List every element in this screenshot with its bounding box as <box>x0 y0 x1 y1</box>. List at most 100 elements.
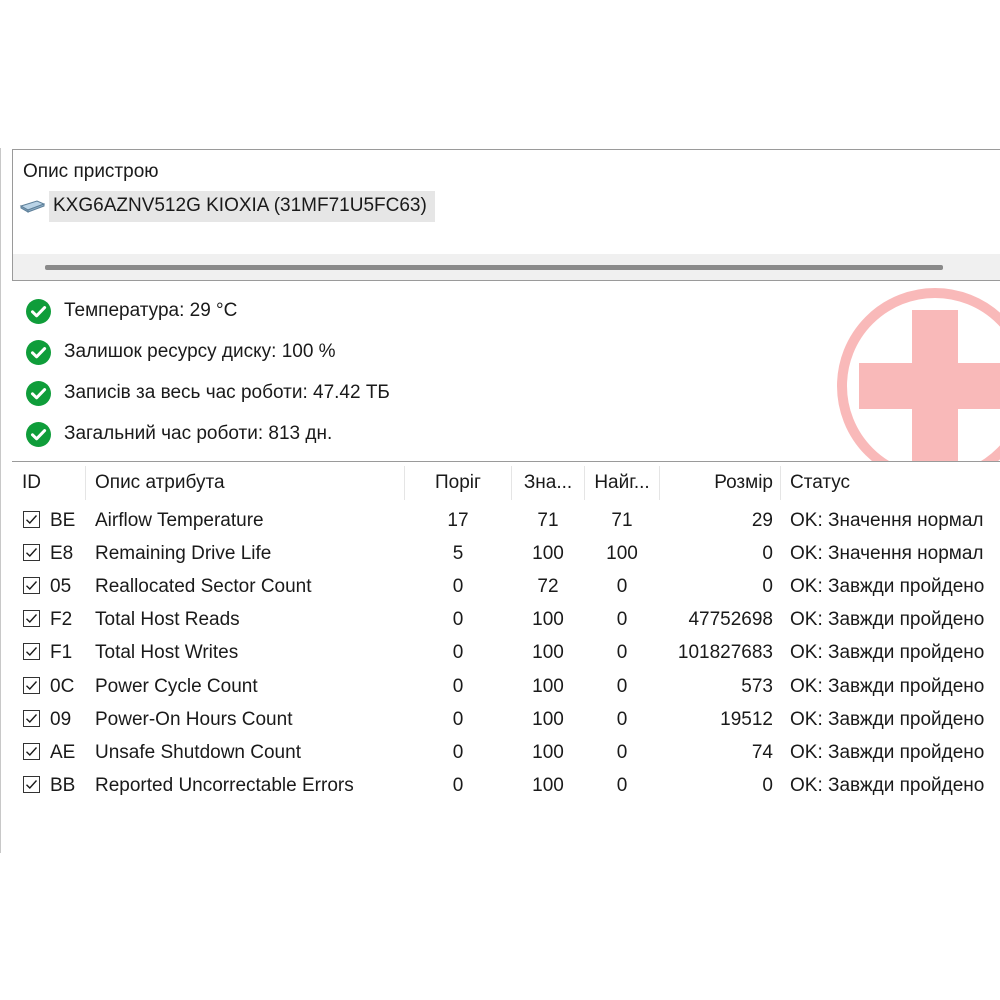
attr-value: 100 <box>532 609 564 631</box>
column-separator[interactable] <box>780 466 781 500</box>
checkmark-icon <box>26 746 38 756</box>
attr-worst: 0 <box>616 642 628 664</box>
attr-name: Power Cycle Count <box>95 675 258 697</box>
attr-status: OK: Значення нормал <box>790 543 984 565</box>
column-header-status[interactable]: Статус <box>790 462 1000 504</box>
attr-id: BE <box>50 510 76 531</box>
attr-worst: 0 <box>616 774 628 796</box>
device-name-label: KXG6AZNV512G KIOXIA (31MF71U5FC63) <box>49 190 435 222</box>
attr-id: 05 <box>50 576 72 598</box>
table-row[interactable]: BB Reported Uncorrectable Errors 0 100 0… <box>12 769 1000 802</box>
column-header-description[interactable]: Опис атрибута <box>95 462 395 504</box>
attr-raw: 19512 <box>720 708 773 730</box>
attr-name: Power-On Hours Count <box>95 708 293 730</box>
table-row[interactable]: 05 Reallocated Sector Count 0 72 0 0 OK:… <box>12 570 1000 603</box>
row-checkbox[interactable] <box>23 544 40 562</box>
scrollbar-thumb[interactable] <box>45 265 943 270</box>
attr-status: OK: Завжди пройдено <box>790 609 985 631</box>
attr-name: Reported Uncorrectable Errors <box>95 774 354 796</box>
attr-name: Total Host Reads <box>95 609 240 631</box>
row-checkbox[interactable] <box>23 775 40 793</box>
attr-id: 09 <box>50 708 72 730</box>
table-row[interactable]: BE Airflow Temperature 17 71 71 29 OK: З… <box>12 504 1000 537</box>
row-checkbox[interactable] <box>23 610 40 628</box>
table-row[interactable]: F1 Total Host Writes 0 100 0 101827683 O… <box>12 636 1000 669</box>
check-circle-icon <box>26 298 51 324</box>
attr-threshold: 0 <box>452 675 464 697</box>
device-list-item[interactable]: KXG6AZNV512G KIOXIA (31MF71U5FC63) <box>19 190 439 222</box>
row-checkbox[interactable] <box>23 577 40 595</box>
column-separator[interactable] <box>85 466 86 500</box>
status-text: Температура: 29 °C <box>64 300 238 321</box>
attr-raw: 0 <box>762 576 773 598</box>
attr-threshold: 0 <box>452 576 464 598</box>
attr-status: OK: Завжди пройдено <box>790 741 985 763</box>
device-description-panel: Опис пристрою KXG6AZNV512G KIOXIA (31MF7… <box>12 149 1000 281</box>
column-header-id[interactable]: ID <box>22 462 82 504</box>
attr-worst: 0 <box>616 675 628 697</box>
column-header-raw[interactable]: Розмір <box>660 462 775 504</box>
checkmark-icon <box>26 515 38 525</box>
attr-status: OK: Завжди пройдено <box>790 774 985 796</box>
attr-id: AE <box>50 741 76 763</box>
attr-threshold: 0 <box>452 642 464 664</box>
attr-status: OK: Значення нормал <box>790 510 984 531</box>
row-checkbox[interactable] <box>23 643 40 661</box>
table-row[interactable]: F2 Total Host Reads 0 100 0 47752698 OK:… <box>12 603 1000 636</box>
table-header: ID Опис атрибута Поріг Зна... Найг... Ро… <box>12 462 1000 504</box>
attr-value: 72 <box>537 576 559 598</box>
checkmark-icon <box>26 581 38 591</box>
checkmark-icon <box>26 647 38 657</box>
attr-raw: 0 <box>762 543 773 565</box>
checkmark-icon <box>26 680 38 690</box>
attr-name: Total Host Writes <box>95 642 239 664</box>
device-panel-scrollbar[interactable] <box>13 254 1000 280</box>
attr-value: 100 <box>532 741 564 763</box>
attr-status: OK: Завжди пройдено <box>790 642 985 664</box>
attr-raw: 29 <box>751 510 773 531</box>
table-row[interactable]: 0C Power Cycle Count 0 100 0 573 OK: Зав… <box>12 670 1000 703</box>
attr-threshold: 17 <box>447 510 469 531</box>
checkmark-icon <box>26 779 38 789</box>
attr-worst: 0 <box>616 708 628 730</box>
attr-value: 100 <box>532 642 564 664</box>
attr-worst: 71 <box>611 510 633 531</box>
attr-value: 100 <box>532 774 564 796</box>
attr-value: 71 <box>537 510 559 531</box>
attr-status: OK: Завжди пройдено <box>790 675 985 697</box>
column-header-value[interactable]: Зна... <box>512 462 584 504</box>
row-checkbox[interactable] <box>23 742 40 760</box>
attr-id: E8 <box>50 543 74 565</box>
attr-threshold: 5 <box>452 543 464 565</box>
check-circle-icon <box>26 380 51 406</box>
status-temperature: Температура: 29 °C <box>26 297 237 325</box>
table-row[interactable]: 09 Power-On Hours Count 0 100 0 19512 OK… <box>12 703 1000 736</box>
attr-worst: 0 <box>616 576 628 598</box>
attr-threshold: 0 <box>452 774 464 796</box>
column-header-worst[interactable]: Найг... <box>585 462 659 504</box>
health-cross-icon <box>837 288 1000 466</box>
row-checkbox[interactable] <box>23 511 40 528</box>
attr-id: BB <box>50 774 76 796</box>
table-row[interactable]: AE Unsafe Shutdown Count 0 100 0 74 OK: … <box>12 736 1000 769</box>
attr-name: Remaining Drive Life <box>95 543 272 565</box>
checkmark-icon <box>26 614 38 624</box>
table-row[interactable]: E8 Remaining Drive Life 5 100 100 0 OK: … <box>12 537 1000 570</box>
attr-value: 100 <box>532 543 564 565</box>
attr-raw: 573 <box>741 675 773 697</box>
attr-threshold: 0 <box>452 708 464 730</box>
status-text: Загальний час роботи: 813 дн. <box>64 423 333 444</box>
attr-raw: 74 <box>751 741 773 763</box>
row-checkbox[interactable] <box>23 676 40 694</box>
attr-status: OK: Завжди пройдено <box>790 576 985 598</box>
row-checkbox[interactable] <box>23 709 40 727</box>
column-header-threshold[interactable]: Поріг <box>405 462 511 504</box>
checkmark-icon <box>26 713 38 723</box>
attr-worst: 0 <box>616 609 628 631</box>
attr-worst: 100 <box>606 543 638 565</box>
attr-raw: 47752698 <box>688 609 773 631</box>
attr-value: 100 <box>532 708 564 730</box>
attr-name: Reallocated Sector Count <box>95 576 312 598</box>
attr-raw: 0 <box>762 774 773 796</box>
attr-threshold: 0 <box>452 741 464 763</box>
